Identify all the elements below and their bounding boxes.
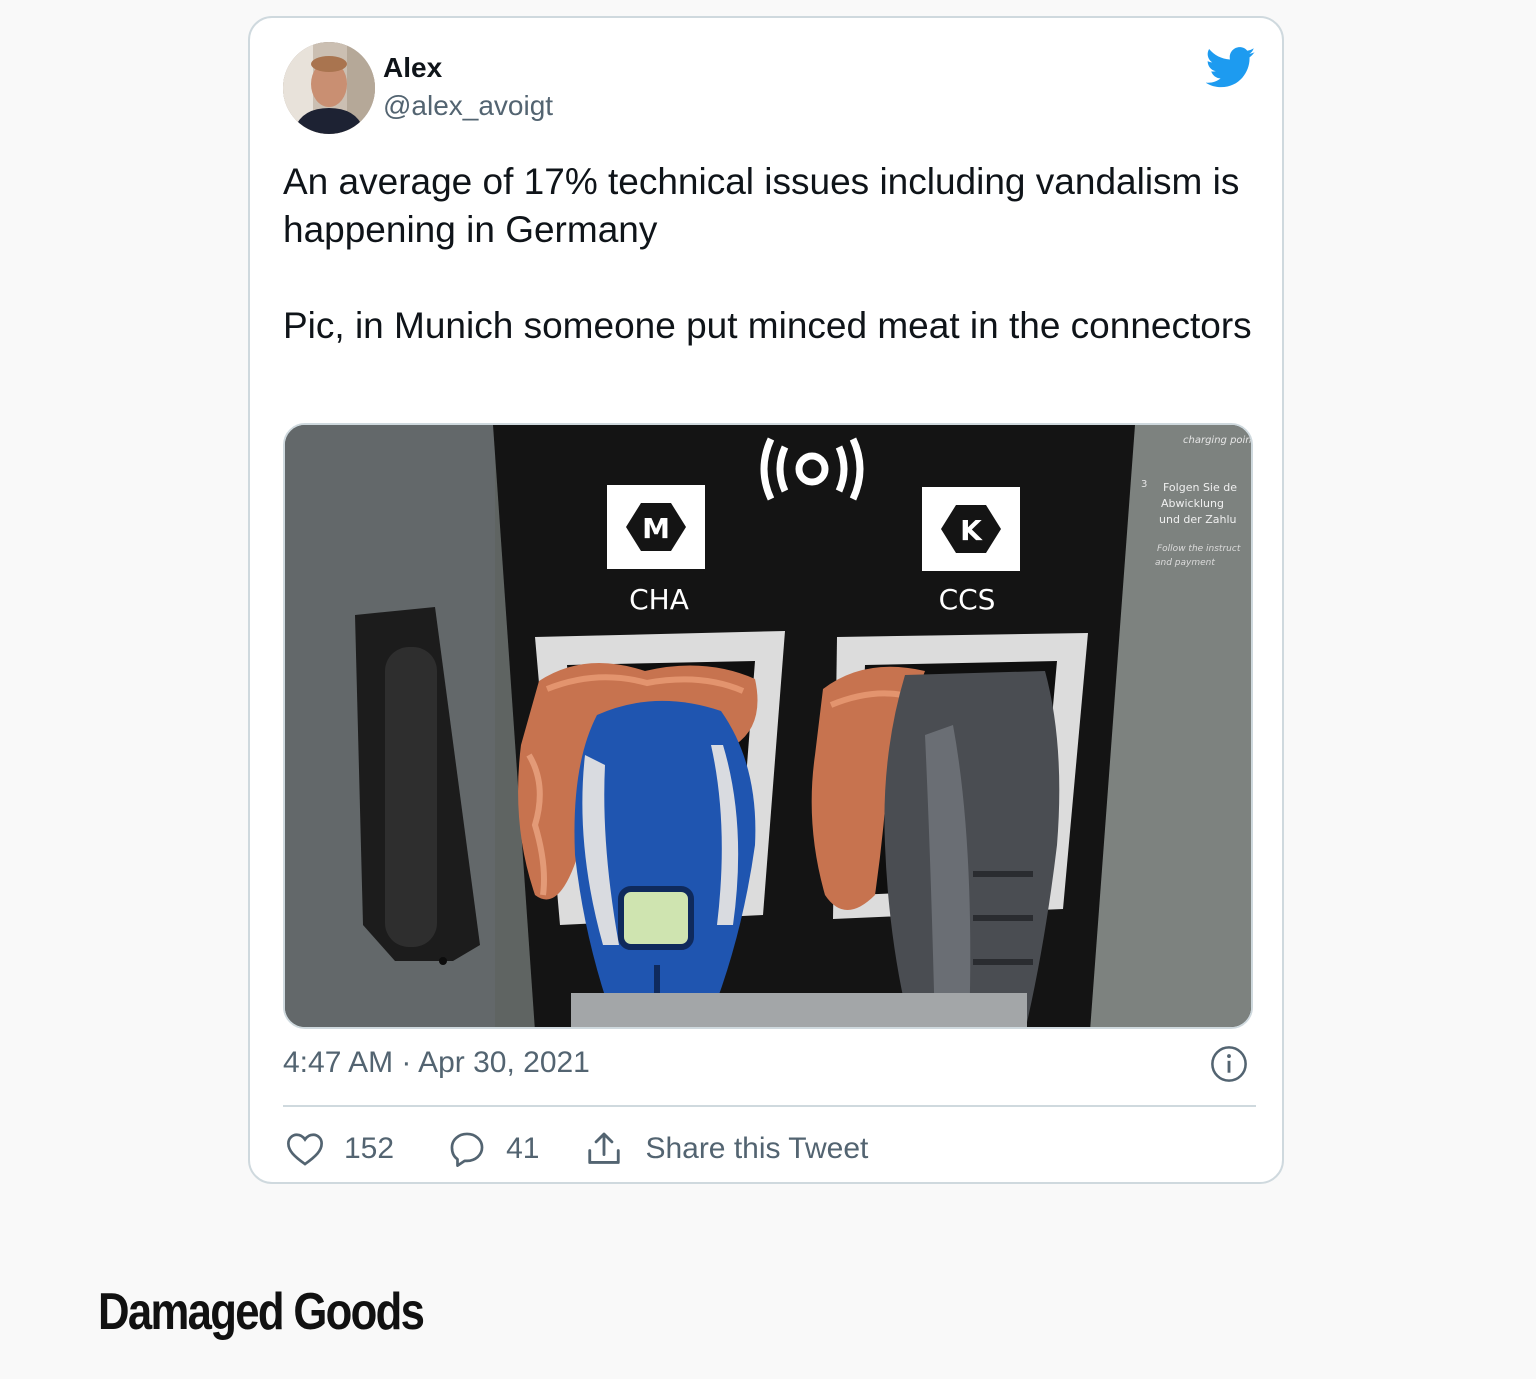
twitter-bird-icon[interactable] [1206, 46, 1256, 90]
share-label: Share this Tweet [645, 1132, 869, 1165]
like-button[interactable]: 152 [286, 1131, 394, 1167]
sign-text: und der Zahlu [1159, 513, 1236, 526]
charging-station-photo: M CHA K CCS charging point 3 Folgen Sie … [285, 425, 1253, 1027]
connector-label-cha: CHA [629, 583, 689, 616]
badge-label-k: K [960, 514, 983, 547]
share-upload-icon [588, 1132, 621, 1164]
connector-label-ccs: CCS [939, 583, 996, 616]
heart-icon [287, 1133, 323, 1166]
sign-step: 3 [1141, 479, 1147, 490]
avatar[interactable] [283, 42, 375, 134]
tweet-media[interactable]: M CHA K CCS charging point 3 Folgen Sie … [283, 423, 1253, 1029]
avatar-photo [283, 42, 375, 134]
tweet-actions: 152 41 Share this Tweet [286, 1122, 868, 1176]
author-handle[interactable]: @alex_avoigt [383, 90, 553, 122]
section-heading: Damaged Goods [98, 1283, 425, 1341]
sign-text: Abwicklung [1161, 497, 1224, 510]
sign-text: Folgen Sie de [1163, 481, 1237, 494]
reply-button[interactable]: 41 [448, 1130, 539, 1168]
tweet-timestamp[interactable]: 4:47 AM · Apr 30, 2021 [283, 1046, 590, 1080]
sign-text: charging point [1183, 435, 1253, 446]
tweet-text: An average of 17% technical issues inclu… [283, 158, 1263, 350]
tweet-paragraph: An average of 17% technical issues inclu… [283, 161, 1240, 250]
reply-count: 41 [506, 1132, 540, 1165]
info-icon[interactable] [1210, 1045, 1248, 1083]
sign-text: and payment [1155, 558, 1215, 568]
tweet-card[interactable]: Alex @alex_avoigt An average of 17% tech… [248, 16, 1284, 1184]
author-name[interactable]: Alex [383, 52, 442, 84]
tweet-paragraph: Pic, in Munich someone put minced meat i… [283, 305, 1252, 346]
sign-text: Follow the instruct [1157, 544, 1241, 554]
share-button[interactable]: Share this Tweet [585, 1130, 868, 1168]
divider [283, 1105, 1256, 1107]
like-count: 152 [344, 1132, 395, 1165]
reply-bubble-icon [450, 1132, 484, 1167]
badge-label-m: M [642, 512, 670, 545]
